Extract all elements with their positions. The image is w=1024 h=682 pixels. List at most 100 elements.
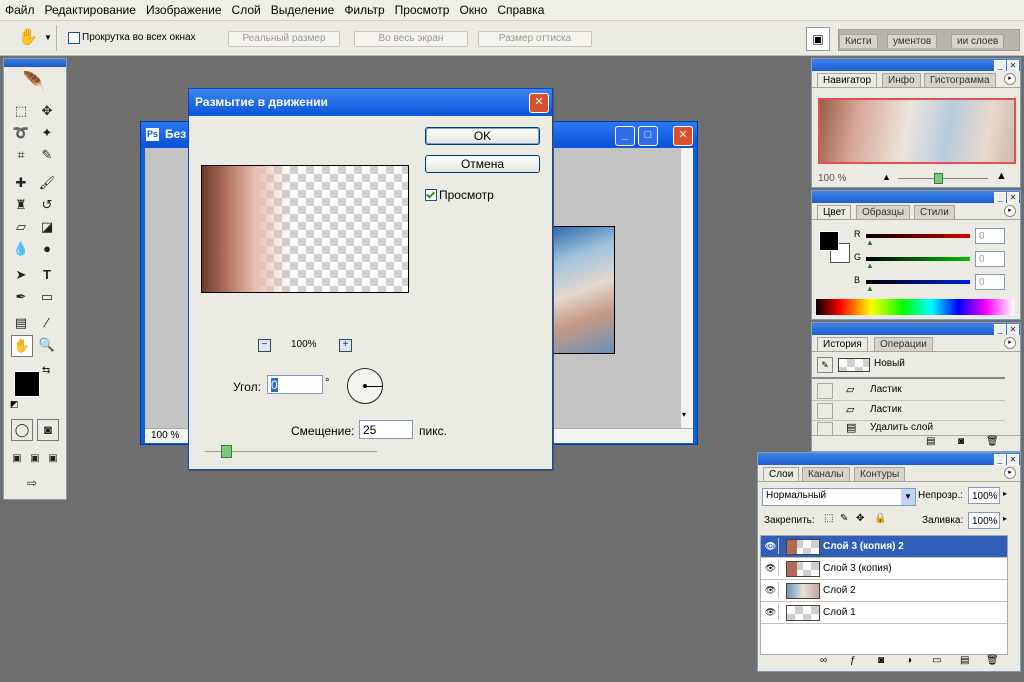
- channel-g-thumb-icon[interactable]: ▲: [866, 261, 874, 270]
- layer-row[interactable]: 👁 Слой 1: [761, 602, 1007, 624]
- navigator-zoom-slider[interactable]: [898, 178, 988, 179]
- toolbox-titlebar[interactable]: [4, 59, 66, 67]
- fill-arrow-icon[interactable]: ▸: [1003, 514, 1007, 523]
- tab-info[interactable]: Инфо: [882, 73, 921, 87]
- distance-input[interactable]: 25: [359, 420, 413, 439]
- channel-b-slider[interactable]: [866, 280, 970, 284]
- blur-tool-icon[interactable]: 💧: [11, 239, 31, 259]
- menu-edit[interactable]: Редактирование: [40, 0, 141, 20]
- layer-style-icon[interactable]: ƒ: [850, 655, 856, 666]
- visibility-eye-icon[interactable]: 👁: [763, 604, 779, 620]
- tab-histogram[interactable]: Гистограмма: [924, 73, 996, 87]
- layer-name[interactable]: Слой 3 (копия): [823, 558, 892, 579]
- minimize-button[interactable]: _: [615, 126, 635, 146]
- lock-transparency-icon[interactable]: ⬚: [824, 513, 833, 524]
- rectangle-tool-icon[interactable]: ▭: [37, 287, 57, 307]
- navigator-menu-icon[interactable]: ▸: [1004, 73, 1016, 85]
- tab-actions[interactable]: Операции: [874, 337, 933, 351]
- visibility-eye-icon[interactable]: 👁: [763, 538, 779, 554]
- fill-input[interactable]: 100%: [968, 512, 1000, 529]
- menu-file[interactable]: Файл: [0, 0, 40, 20]
- slice-tool-icon[interactable]: ✎: [37, 145, 57, 165]
- standard-mode-icon[interactable]: ◯: [11, 419, 33, 441]
- clone-stamp-tool-icon[interactable]: ♜: [11, 195, 31, 215]
- tab-color[interactable]: Цвет: [817, 205, 852, 219]
- navigator-zoom-level[interactable]: 100 %: [818, 173, 846, 184]
- close-button[interactable]: ✕: [673, 126, 693, 146]
- well-tab-brushes[interactable]: Кисти: [839, 34, 878, 48]
- dialog-titlebar[interactable]: Размытие в движении ✕: [189, 89, 552, 116]
- history-item[interactable]: ▤ Удалить слой: [812, 421, 1005, 436]
- color-panel-titlebar[interactable]: _ ✕: [812, 191, 1020, 203]
- layer-mask-icon[interactable]: ◙: [878, 655, 884, 666]
- opacity-arrow-icon[interactable]: ▸: [1003, 489, 1007, 498]
- history-panel-titlebar[interactable]: _ ✕: [812, 323, 1020, 335]
- layers-close-button[interactable]: ✕: [1007, 454, 1019, 465]
- new-group-icon[interactable]: ▭: [932, 655, 941, 666]
- history-snapshot-row[interactable]: ✎ Новый: [812, 353, 1005, 379]
- crop-tool-icon[interactable]: ⌗: [11, 145, 31, 165]
- well-tab-documents[interactable]: ументов: [887, 34, 938, 48]
- channel-b-input[interactable]: 0: [975, 274, 1005, 290]
- lock-position-icon[interactable]: ✥: [856, 513, 864, 524]
- tab-paths[interactable]: Контуры: [854, 467, 906, 481]
- opacity-input[interactable]: 100%: [968, 487, 1000, 504]
- channel-g-input[interactable]: 0: [975, 251, 1005, 267]
- zoom-out-button[interactable]: −: [258, 339, 271, 352]
- layer-row[interactable]: 👁 Слой 3 (копия) 2: [761, 536, 1007, 558]
- type-tool-icon[interactable]: T: [37, 265, 57, 285]
- new-snapshot-icon[interactable]: ◙: [958, 436, 964, 447]
- eraser-tool-icon[interactable]: ▱: [11, 217, 31, 237]
- navigator-zoom-in-icon[interactable]: ▲: [996, 170, 1007, 182]
- magic-wand-tool-icon[interactable]: ✦: [37, 123, 57, 143]
- foreground-color-swatch[interactable]: [14, 371, 40, 397]
- layer-name[interactable]: Слой 2: [823, 580, 856, 601]
- color-minimize-button[interactable]: _: [994, 192, 1006, 203]
- menu-view[interactable]: Просмотр: [390, 0, 455, 20]
- color-ramp[interactable]: [816, 299, 1014, 315]
- screen-mode-standard-icon[interactable]: ▣: [7, 449, 27, 469]
- blend-mode-select[interactable]: Нормальный ▼: [762, 488, 916, 506]
- channel-g-slider[interactable]: [866, 257, 970, 261]
- channel-r-input[interactable]: 0: [975, 228, 1005, 244]
- paint-bucket-tool-icon[interactable]: ◪: [37, 217, 57, 237]
- distance-slider-thumb[interactable]: [220, 445, 232, 458]
- healing-brush-tool-icon[interactable]: ✚: [11, 173, 31, 193]
- menu-image[interactable]: Изображение: [141, 0, 227, 20]
- history-minimize-button[interactable]: _: [994, 324, 1006, 335]
- screen-mode-full-menu-icon[interactable]: ▣: [25, 449, 45, 469]
- maximize-button[interactable]: □: [638, 126, 658, 146]
- layer-name[interactable]: Слой 1: [823, 602, 856, 623]
- path-selection-tool-icon[interactable]: ➤: [11, 265, 31, 285]
- move-tool-icon[interactable]: ✥: [37, 101, 57, 121]
- brush-tool-icon[interactable]: 🖌: [37, 173, 57, 193]
- hand-tool-icon[interactable]: ✋: [18, 27, 38, 47]
- foreground-color[interactable]: [819, 231, 839, 251]
- menu-select[interactable]: Выделение: [266, 0, 340, 20]
- history-brush-tool-icon[interactable]: ↺: [37, 195, 57, 215]
- angle-dial[interactable]: [347, 368, 383, 404]
- visibility-eye-icon[interactable]: 👁: [763, 582, 779, 598]
- tab-channels[interactable]: Каналы: [802, 467, 850, 481]
- angle-input[interactable]: 0: [267, 375, 323, 394]
- history-menu-icon[interactable]: ▸: [1004, 337, 1016, 349]
- menu-window[interactable]: Окно: [454, 0, 492, 20]
- tab-navigator[interactable]: Навигатор: [817, 73, 878, 87]
- eyedropper-tool-icon[interactable]: ⁄: [37, 313, 57, 333]
- trash-icon[interactable]: 🗑: [986, 436, 999, 447]
- print-size-button[interactable]: Размер оттиска: [478, 31, 592, 47]
- layers-menu-icon[interactable]: ▸: [1004, 467, 1016, 479]
- history-brush-source-icon[interactable]: ✎: [817, 357, 833, 373]
- blend-mode-chevron-down-icon[interactable]: ▼: [901, 489, 915, 505]
- navigator-minimize-button[interactable]: _: [994, 60, 1006, 71]
- document-zoom-level[interactable]: 100 %: [151, 430, 179, 441]
- layers-panel-titlebar[interactable]: _ ✕: [758, 453, 1020, 465]
- menu-help[interactable]: Справка: [492, 0, 549, 20]
- dialog-close-button[interactable]: ✕: [529, 93, 549, 113]
- well-tab-layer-comps[interactable]: ии слоев: [951, 34, 1005, 48]
- zoom-tool-icon[interactable]: 🔍: [37, 335, 57, 355]
- history-item[interactable]: ▱ Ластик: [812, 401, 1005, 421]
- visibility-eye-icon[interactable]: 👁: [763, 560, 779, 576]
- channel-r-slider[interactable]: [866, 234, 970, 238]
- vertical-scrollbar[interactable]: ▾: [681, 148, 693, 428]
